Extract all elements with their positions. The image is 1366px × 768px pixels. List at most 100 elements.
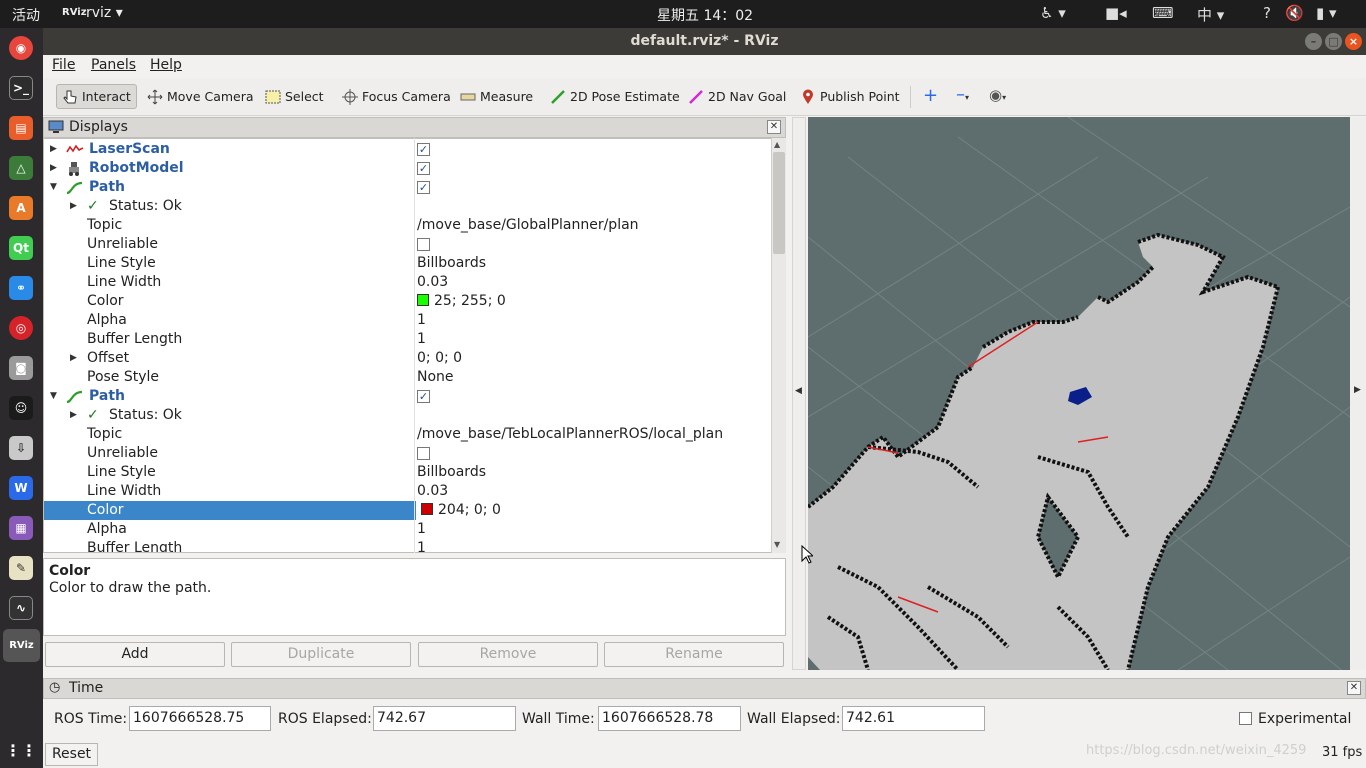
property-unreliable[interactable]: Unreliable bbox=[44, 444, 772, 463]
tool-2d-nav-goal[interactable]: 2D Nav Goal bbox=[683, 84, 791, 109]
add-button[interactable]: Add bbox=[45, 642, 225, 667]
tool-interact[interactable]: Interact bbox=[56, 84, 137, 109]
remove-tool-icon[interactable]: –▾ bbox=[956, 84, 969, 105]
property-color-selected[interactable]: Color 204; 0; 0 bbox=[44, 501, 772, 520]
clock[interactable]: 星期五 14：02 bbox=[657, 5, 753, 25]
tool-2d-pose-estimate[interactable]: 2D Pose Estimate bbox=[545, 84, 685, 109]
ros-elapsed-field[interactable]: 742.67 bbox=[373, 706, 516, 731]
3d-render-view[interactable] bbox=[808, 117, 1350, 670]
show-apps-icon[interactable]: ⋮⋮ bbox=[5, 738, 37, 762]
rviz-dock-icon[interactable]: RViz bbox=[3, 629, 40, 662]
status-ok[interactable]: ▶ ✓ Status: Ok bbox=[44, 406, 772, 425]
left-splitter-handle[interactable]: ◀ bbox=[792, 117, 806, 670]
property-buffer-length[interactable]: Buffer Length 1 bbox=[44, 330, 772, 349]
ros-time-field[interactable]: 1607666528.75 bbox=[129, 706, 271, 731]
baidu-netdisk-icon[interactable]: ⚭ bbox=[9, 276, 33, 300]
display-enabled-checkbox[interactable]: ✓ bbox=[417, 181, 430, 194]
unreliable-checkbox[interactable] bbox=[417, 238, 430, 251]
view-options-icon[interactable]: ◉▾ bbox=[989, 86, 1006, 104]
app-menu-button[interactable]: rviz ▾ bbox=[86, 5, 123, 21]
netease-music-icon[interactable]: ◎ bbox=[9, 316, 33, 340]
status-ok[interactable]: ▶ ✓ Status: Ok bbox=[44, 197, 772, 216]
expand-arrow-icon[interactable]: ▶ bbox=[70, 406, 77, 425]
display-enabled-checkbox[interactable]: ✓ bbox=[417, 143, 430, 156]
add-tool-icon[interactable]: + bbox=[923, 85, 938, 106]
text-editor-icon[interactable]: ✎ bbox=[9, 556, 33, 580]
minimize-icon[interactable]: – bbox=[1305, 33, 1322, 50]
wall-elapsed-field[interactable]: 742.61 bbox=[842, 706, 985, 731]
wps-icon[interactable]: W bbox=[9, 476, 33, 500]
close-icon[interactable]: × bbox=[1345, 33, 1362, 50]
menu-file[interactable]: File bbox=[52, 57, 75, 73]
tool-select[interactable]: Select bbox=[260, 84, 329, 109]
volume-icon[interactable]: 🔇 bbox=[1285, 4, 1304, 22]
terminal-icon[interactable]: >_ bbox=[9, 76, 33, 100]
collapse-left-icon[interactable]: ◀ bbox=[795, 386, 802, 396]
collapse-arrow-icon[interactable]: ▼ bbox=[50, 178, 57, 197]
rename-button[interactable]: Rename bbox=[604, 642, 784, 667]
column-divider[interactable] bbox=[414, 138, 415, 553]
tool-measure[interactable]: Measure bbox=[455, 84, 538, 109]
experimental-checkbox[interactable] bbox=[1239, 712, 1252, 725]
menu-help[interactable]: Help bbox=[150, 57, 182, 73]
camera-icon[interactable]: ■◂ bbox=[1105, 4, 1127, 22]
display-enabled-checkbox[interactable]: ✓ bbox=[417, 390, 430, 403]
files-icon[interactable]: ▤ bbox=[9, 116, 33, 140]
accessibility-icon[interactable]: ♿ ▾ bbox=[1040, 4, 1066, 22]
software-center-icon[interactable]: A bbox=[9, 196, 33, 220]
tool-focus-camera[interactable]: Focus Camera bbox=[337, 84, 456, 109]
right-splitter-handle[interactable]: ▶ bbox=[1350, 117, 1366, 670]
property-buffer-length[interactable]: Buffer Length 1 bbox=[44, 539, 772, 552]
qt-creator-icon[interactable]: Qt bbox=[9, 236, 33, 260]
help-icon[interactable]: ? bbox=[1263, 4, 1271, 22]
scroll-down-icon[interactable]: ▼ bbox=[774, 540, 780, 549]
display-laserscan[interactable]: ▶ LaserScan ✓ bbox=[44, 140, 772, 159]
property-line-style[interactable]: Line Style Billboards bbox=[44, 463, 772, 482]
keyboard-icon[interactable]: ⌨ bbox=[1152, 4, 1174, 22]
property-line-width[interactable]: Line Width 0.03 bbox=[44, 273, 772, 292]
expand-right-icon[interactable]: ▶ bbox=[1354, 385, 1361, 395]
chrome-icon[interactable]: ◉ bbox=[9, 36, 33, 60]
wall-time-field[interactable]: 1607666528.78 bbox=[598, 706, 741, 731]
arduino-icon[interactable]: △ bbox=[9, 156, 33, 180]
tool-publish-point[interactable]: Publish Point bbox=[795, 84, 905, 109]
unreliable-checkbox[interactable] bbox=[417, 447, 430, 460]
time-close-icon[interactable]: ✕ bbox=[1347, 681, 1361, 695]
collapse-arrow-icon[interactable]: ▼ bbox=[50, 387, 57, 406]
expand-arrow-icon[interactable]: ▶ bbox=[50, 159, 57, 178]
expand-arrow-icon[interactable]: ▶ bbox=[50, 140, 57, 159]
input-method-menu[interactable]: 中 ▾ bbox=[1197, 4, 1224, 25]
reset-button[interactable]: Reset bbox=[45, 743, 98, 766]
tool-move-camera[interactable]: Move Camera bbox=[142, 84, 259, 109]
display-robotmodel[interactable]: ▶ RobotModel ✓ bbox=[44, 159, 772, 178]
system-monitor-icon[interactable]: ∿ bbox=[9, 596, 33, 620]
property-alpha[interactable]: Alpha 1 bbox=[44, 311, 772, 330]
maximize-icon[interactable]: □ bbox=[1325, 33, 1342, 50]
display-path-global[interactable]: ▼ Path ✓ bbox=[44, 178, 772, 197]
display-enabled-checkbox[interactable]: ✓ bbox=[417, 162, 430, 175]
property-color[interactable]: Color 25; 255; 0 bbox=[44, 292, 772, 311]
property-alpha[interactable]: Alpha 1 bbox=[44, 520, 772, 539]
expand-arrow-icon[interactable]: ▶ bbox=[70, 349, 77, 368]
expand-arrow-icon[interactable]: ▶ bbox=[70, 197, 77, 216]
screenshot-icon[interactable]: ◙ bbox=[9, 356, 33, 380]
property-line-width[interactable]: Line Width 0.03 bbox=[44, 482, 772, 501]
video-player-icon[interactable]: ▦ bbox=[9, 516, 33, 540]
property-topic[interactable]: Topic /move_base/TebLocalPlannerROS/loca… bbox=[44, 425, 772, 444]
scroll-up-icon[interactable]: ▲ bbox=[774, 140, 780, 149]
property-topic[interactable]: Topic /move_base/GlobalPlanner/plan bbox=[44, 216, 772, 235]
scrollbar-thumb[interactable] bbox=[773, 152, 785, 254]
activities-button[interactable]: 活动 bbox=[12, 5, 40, 25]
battery-icon[interactable]: ▮ ▾ bbox=[1316, 4, 1337, 22]
installer-icon[interactable]: ⇩ bbox=[9, 436, 33, 460]
duplicate-button[interactable]: Duplicate bbox=[231, 642, 411, 667]
remove-button[interactable]: Remove bbox=[418, 642, 598, 667]
property-unreliable[interactable]: Unreliable bbox=[44, 235, 772, 254]
property-line-style[interactable]: Line Style Billboards bbox=[44, 254, 772, 273]
displays-close-icon[interactable]: ✕ bbox=[767, 120, 781, 134]
menu-panels[interactable]: Panels bbox=[91, 57, 136, 73]
displays-scrollbar[interactable]: ▲ ▼ bbox=[771, 138, 786, 553]
property-pose-style[interactable]: Pose Style None bbox=[44, 368, 772, 387]
property-offset[interactable]: ▶ Offset 0; 0; 0 bbox=[44, 349, 772, 368]
qq-icon[interactable]: ☺ bbox=[9, 396, 33, 420]
